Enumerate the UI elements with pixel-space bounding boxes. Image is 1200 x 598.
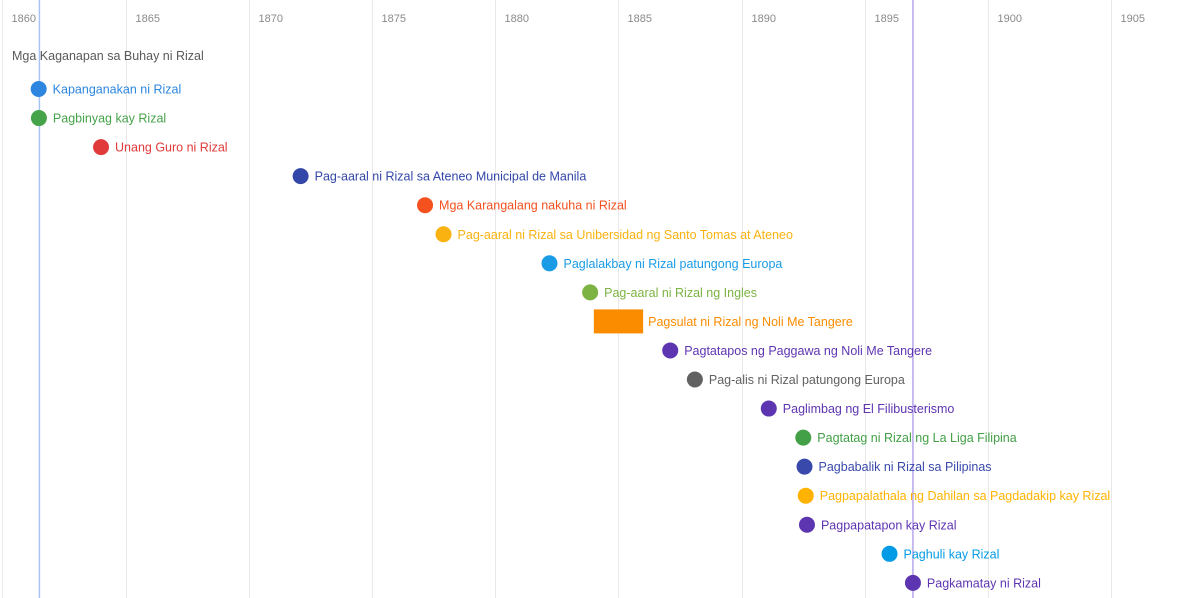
event-item[interactable]: Pagkamatay ni Rizal <box>904 574 1041 591</box>
event-item[interactable]: Pagsulat ni Rizal ng Noli Me Tangere <box>593 309 853 334</box>
event-dot[interactable] <box>30 110 47 127</box>
event-label: Kapanganakan ni Rizal <box>53 83 182 97</box>
x-axis-ticks: 1860 1865 1870 1875 1880 1885 1890 1895 1900 1905 <box>12 13 1145 25</box>
chart-title: Mga Kaganapan sa Buhay ni Rizal <box>12 49 204 63</box>
x-tick-label-1865: 1865 <box>136 13 160 25</box>
x-tick-label-1860: 1860 <box>12 13 36 25</box>
x-tick-label-1870: 1870 <box>259 13 283 25</box>
event-label: Pagsulat ni Rizal ng Noli Me Tangere <box>648 315 853 329</box>
event-dot[interactable] <box>662 342 679 359</box>
event-label: Pagbabalik ni Rizal sa Pilipinas <box>819 460 992 474</box>
event-item[interactable]: Paglalakbay ni Rizal patungong Europa <box>541 255 782 272</box>
event-dot[interactable] <box>582 284 599 301</box>
event-label: Pag-aaral ni Rizal ng Ingles <box>604 286 757 300</box>
event-item[interactable]: Pagtatag ni Rizal ng La Liga Filipina <box>795 429 1017 446</box>
event-dot[interactable] <box>292 168 309 185</box>
events-layer: Kapanganakan ni Rizal Pagbinyag kay Rizal… <box>30 81 1110 591</box>
event-label: Unang Guro ni Rizal <box>115 141 228 155</box>
event-item[interactable]: Pagtatapos ng Paggawa ng Noli Me Tangere <box>662 342 932 359</box>
event-item[interactable]: Unang Guro ni Rizal <box>93 139 228 156</box>
event-dot[interactable] <box>417 197 434 214</box>
event-item[interactable]: Pag-aaral ni Rizal sa Unibersidad ng San… <box>435 226 793 243</box>
x-tick-label-1895: 1895 <box>875 13 899 25</box>
event-dot[interactable] <box>686 371 703 388</box>
event-bar[interactable] <box>593 309 644 334</box>
event-dot[interactable] <box>797 487 814 504</box>
event-label: Pagtatag ni Rizal ng La Liga Filipina <box>817 431 1016 445</box>
event-item[interactable]: Paghuli kay Rizal <box>881 545 1000 562</box>
event-dot[interactable] <box>760 400 777 417</box>
x-tick-label-1875: 1875 <box>382 13 406 25</box>
event-item[interactable]: Pag-aaral ni Rizal sa Ateneo Municipal d… <box>292 168 587 185</box>
event-dot[interactable] <box>904 574 921 591</box>
event-label: Paglimbag ng El Filibusterismo <box>783 402 955 416</box>
event-item[interactable]: Pagpapatapon kay Rizal <box>798 516 957 533</box>
x-tick-label-1905: 1905 <box>1121 13 1145 25</box>
event-item[interactable]: Pagbinyag kay Rizal <box>30 110 166 127</box>
event-label: Pagkamatay ni Rizal <box>927 576 1041 590</box>
event-label: Pag-alis ni Rizal patungong Europa <box>709 373 905 387</box>
event-label: Mga Karangalang nakuha ni Rizal <box>439 199 627 213</box>
event-label: Pag-aaral ni Rizal sa Ateneo Municipal d… <box>315 170 587 184</box>
event-dot[interactable] <box>435 226 452 243</box>
event-dot[interactable] <box>93 139 110 156</box>
timeline-chart: 1860 1865 1870 1875 1880 1885 1890 1895 1900 1905… <box>2 0 1145 598</box>
event-item[interactable]: Pag-aaral ni Rizal ng Ingles <box>582 284 757 301</box>
event-label: Paghuli kay Rizal <box>904 547 1000 561</box>
event-label: Paglalakbay ni Rizal patungong Europa <box>563 257 782 271</box>
event-label: Pagpapatapon kay Rizal <box>821 518 957 532</box>
event-label: Pag-aaral ni Rizal sa Unibersidad ng San… <box>458 228 793 242</box>
event-dot[interactable] <box>30 81 47 97</box>
event-item[interactable]: Mga Karangalang nakuha ni Rizal <box>417 197 627 214</box>
event-item[interactable]: Pag-alis ni Rizal patungong Europa <box>686 371 905 388</box>
event-label: Pagbinyag kay Rizal <box>53 112 166 126</box>
event-dot[interactable] <box>796 458 813 475</box>
event-item[interactable]: Paglimbag ng El Filibusterismo <box>760 400 955 417</box>
x-tick-label-1885: 1885 <box>628 13 652 25</box>
event-label: Pagpapalathala ng Dahilan sa Pagdadakip … <box>820 489 1110 503</box>
x-tick-label-1880: 1880 <box>505 13 529 25</box>
event-dot[interactable] <box>881 545 898 562</box>
event-item[interactable]: Pagbabalik ni Rizal sa Pilipinas <box>796 458 992 475</box>
event-dot[interactable] <box>541 255 558 272</box>
event-dot[interactable] <box>795 429 812 446</box>
event-dot[interactable] <box>798 516 815 533</box>
event-label: Pagtatapos ng Paggawa ng Noli Me Tangere <box>684 344 932 358</box>
x-tick-label-1890: 1890 <box>752 13 776 25</box>
event-item[interactable]: Pagpapalathala ng Dahilan sa Pagdadakip … <box>797 487 1110 504</box>
x-tick-label-1900: 1900 <box>998 13 1022 25</box>
event-item[interactable]: Kapanganakan ni Rizal <box>30 81 182 97</box>
